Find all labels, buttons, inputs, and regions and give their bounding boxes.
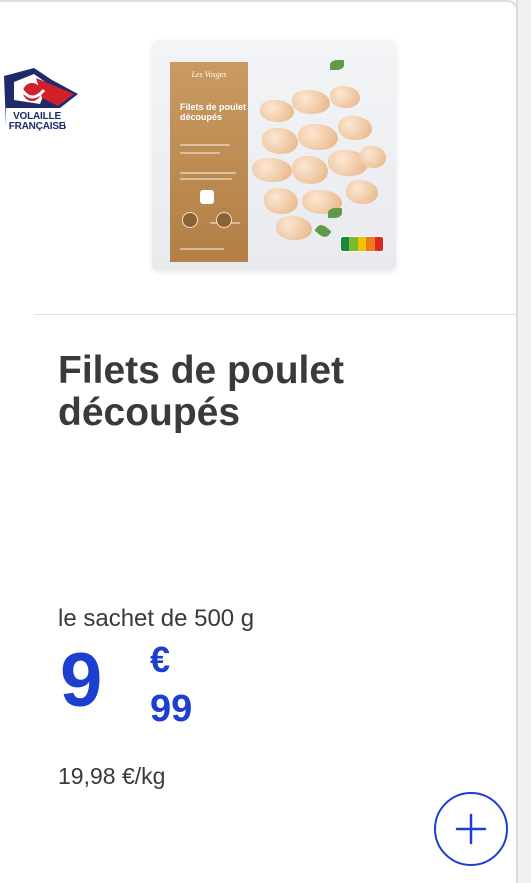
nutriscore-badge [340,236,384,252]
divider [34,314,516,315]
logo-label-line2: FRANÇAISE [8,121,66,132]
label-badge-icon [216,212,232,228]
price-currency: € [150,639,171,680]
price-integer: 9 [60,638,103,723]
volaille-francaise-logo-icon [4,68,78,128]
price-decimal: 99 [150,688,193,730]
plus-icon [455,813,487,845]
add-to-cart-button[interactable] [434,792,508,866]
product-image[interactable]: Les Vosges Filets de poulet découpés [152,40,396,270]
pack-size: le sachet de 500 g [58,605,255,632]
product-card[interactable]: VOLAILLE FRANÇAISE Les Vosges Filets de … [0,0,518,883]
french-flag-icon [200,190,214,204]
product-title-line1: Filets de poulet [58,349,345,392]
label-badge-icon [182,212,198,228]
unit-price: 19,98 €/kg [58,763,166,789]
product-title[interactable]: Filets de poulet découpés [58,350,478,434]
card-border [0,0,518,10]
product-title-line2: découpés [58,391,241,434]
bag-label-band: Les Vosges Filets de poulet découpés [170,62,248,262]
bag-title: Filets de poulet découpés [180,102,247,122]
volaille-francaise-logo: VOLAILLE FRANÇAISE [0,64,82,154]
bag-brand: Les Vosges [191,70,227,79]
